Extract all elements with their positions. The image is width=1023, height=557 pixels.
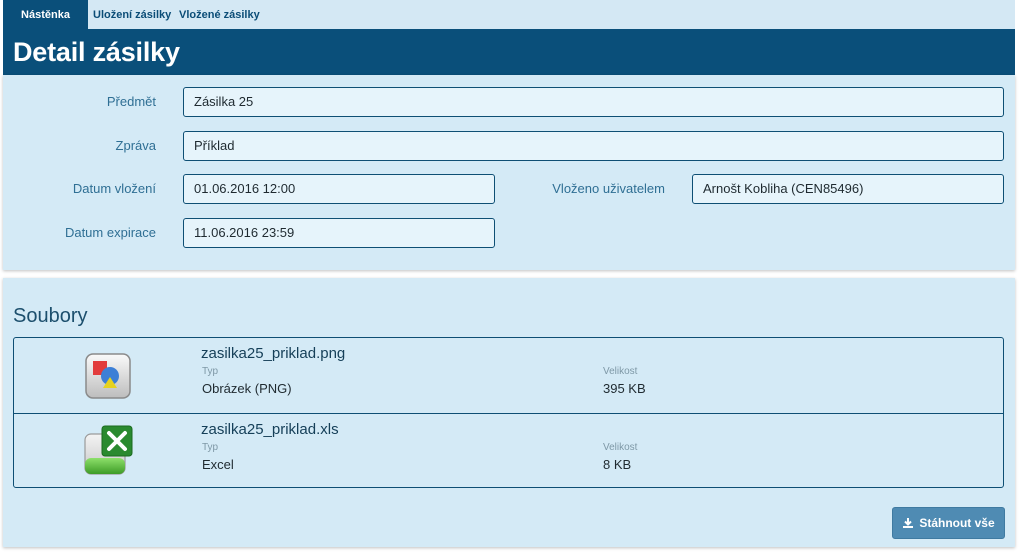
file-row[interactable]: zasilka25_priklad.xls Typ Excel Velikost… <box>14 414 1003 489</box>
excel-file-icon <box>84 425 133 475</box>
message-label: Zpráva <box>115 138 156 153</box>
tab-vlozene-zasilky[interactable]: Vložené zásilky <box>179 0 260 29</box>
subject-field[interactable]: Zásilka 25 <box>183 87 1004 117</box>
expiry-date-label: Datum expirace <box>64 225 156 240</box>
file-type-value: Obrázek (PNG) <box>202 381 292 396</box>
file-size-label: Velikost <box>603 442 638 453</box>
image-file-icon <box>85 353 131 399</box>
file-size-label: Velikost <box>603 366 638 377</box>
detail-panel: Předmět Zásilka 25 Zpráva Příklad Datum … <box>3 75 1015 270</box>
tab-ulozeni-zasilky[interactable]: Uložení zásilky <box>93 0 171 29</box>
inserted-by-field[interactable]: Arnošt Kobliha (CEN85496) <box>692 174 1004 204</box>
files-panel: Soubory zasilka25_priklad.png Typ Obráze… <box>3 278 1015 547</box>
page-title: Detail zásilky <box>13 37 180 67</box>
expiry-date-field[interactable]: 11.06.2016 23:59 <box>183 218 495 248</box>
download-all-button[interactable]: Stáhnout vše <box>892 507 1005 539</box>
inserted-date-label: Datum vložení <box>72 181 156 196</box>
file-name[interactable]: zasilka25_priklad.png <box>201 345 345 362</box>
file-list: zasilka25_priklad.png Typ Obrázek (PNG) … <box>13 337 1004 488</box>
message-field[interactable]: Příklad <box>183 131 1004 161</box>
file-type-label: Typ <box>202 442 219 453</box>
download-icon <box>903 518 914 528</box>
file-row[interactable]: zasilka25_priklad.png Typ Obrázek (PNG) … <box>14 338 1003 414</box>
file-type-label: Typ <box>202 366 219 377</box>
inserted-date-field[interactable]: 01.06.2016 12:00 <box>183 174 495 204</box>
file-size-value: 8 KB <box>603 457 632 472</box>
inserted-by-label: Vloženo uživatelem <box>552 181 665 196</box>
tab-bar: Nástěnka Uložení zásilky Vložené zásilky <box>3 0 1015 29</box>
file-size-value: 395 KB <box>603 381 646 396</box>
file-type-value: Excel <box>202 457 234 472</box>
file-name[interactable]: zasilka25_priklad.xls <box>201 421 339 438</box>
files-section-title: Soubory <box>13 305 88 327</box>
subject-label: Předmět <box>106 94 156 109</box>
page-header: Detail zásilky <box>3 29 1015 75</box>
download-all-label: Stáhnout vše <box>919 516 995 530</box>
tab-nastenka[interactable]: Nástěnka <box>3 0 88 29</box>
